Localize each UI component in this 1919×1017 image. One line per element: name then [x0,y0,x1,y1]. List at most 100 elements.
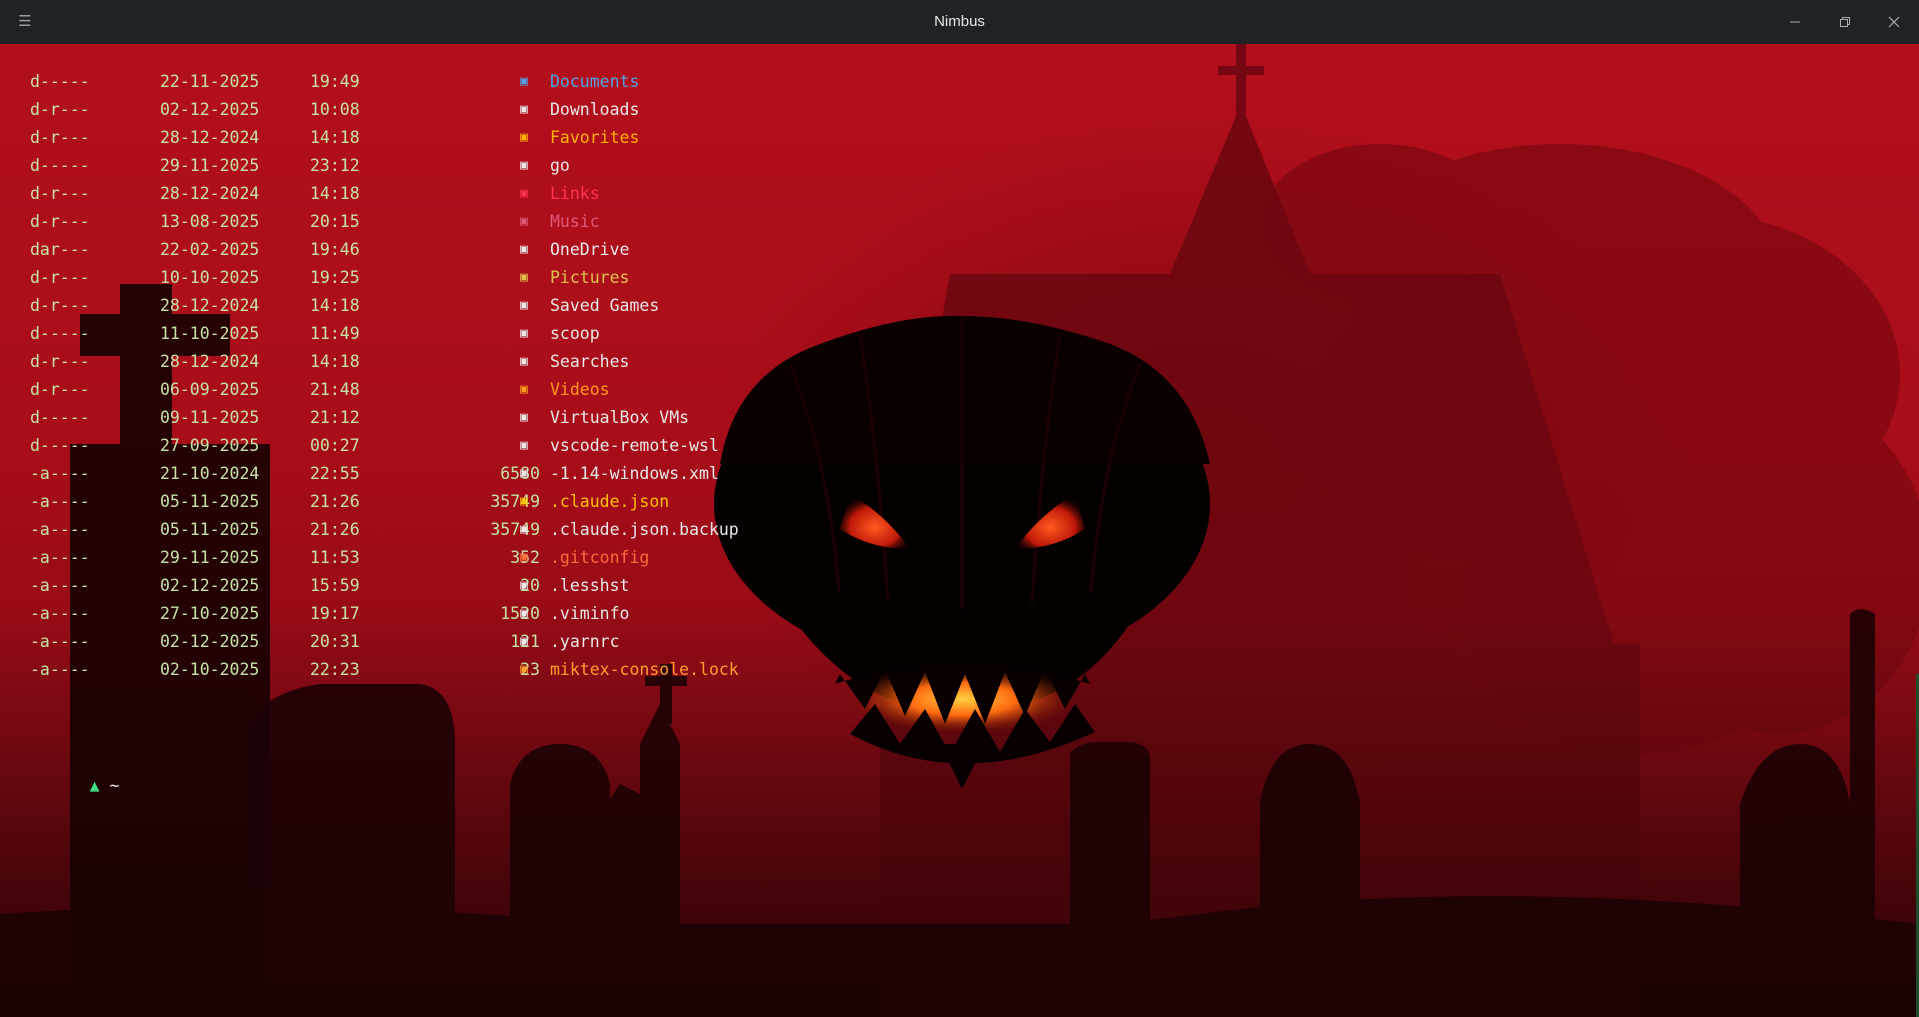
entry-name: .claude.json.backup [550,520,739,539]
entry-date: 29-11-2025 [160,548,260,567]
entry-time: 19:17 [310,604,360,623]
folder-icon: ▣ [520,102,528,117]
entry-mode: d----- [30,408,90,427]
file-icon: ▣ [520,606,528,621]
restore-button[interactable] [1821,0,1869,44]
file-icon: ▣ [520,522,528,537]
file-icon: ▣ [520,578,528,593]
prompt-directory: ~ [109,776,120,795]
restore-icon [1840,17,1850,27]
entry-date: 13-08-2025 [160,212,260,231]
entry-time: 22:55 [310,464,360,483]
entry-mode: d----- [30,324,90,343]
folder-icon: ▣ [520,74,528,89]
prompt-arrow-icon: ▲ [89,776,100,795]
entry-mode: d-r--- [30,296,90,315]
entry-date: 06-09-2025 [160,380,260,399]
entry-time: 23:12 [310,156,360,175]
folder-icon: ▣ [520,410,528,425]
terminal-window: ☰ Nimbus d----- 22-11-2025 19:49 ▣ Docum… [0,0,1919,1017]
entry-name: vscode-remote-wsl [550,436,719,455]
entry-mode: -a---- [30,576,90,595]
entry-date: 27-09-2025 [160,436,260,455]
entry-name: .gitconfig [550,548,650,567]
entry-date: 28-12-2024 [160,296,260,315]
folder-icon: ▣ [520,326,528,341]
entry-mode: d-r--- [30,184,90,203]
entry-time: 14:18 [310,128,360,147]
entry-mode: d----- [30,156,90,175]
entry-mode: d-r--- [30,268,90,287]
window-title: Nimbus [934,13,985,30]
entry-date: 28-12-2024 [160,184,260,203]
entry-date: 21-10-2024 [160,464,260,483]
entry-time: 11:49 [310,324,360,343]
entry-mode: d-r--- [30,212,90,231]
shell-prompt[interactable]: ▲ ~ [30,744,120,828]
graveyard-pumpkin-wallpaper [0,44,1919,1017]
lock-file-icon: ▣ [520,662,528,677]
entry-date: 10-10-2025 [160,268,260,287]
entry-name: .lesshst [550,576,630,595]
folder-icon: ▣ [520,382,528,397]
entry-name: Searches [550,352,630,371]
folder-icon: ▣ [520,298,528,313]
entry-name: Pictures [550,268,630,287]
folder-icon: ▣ [520,158,528,173]
entry-date: 02-10-2025 [160,660,260,679]
entry-date: 22-11-2025 [160,72,260,91]
entry-mode: -a---- [30,548,90,567]
entry-time: 19:46 [310,240,360,259]
entry-time: 15:59 [310,576,360,595]
entry-date: 02-12-2025 [160,632,260,651]
entry-time: 19:25 [310,268,360,287]
folder-icon: ▣ [520,214,528,229]
minimize-button[interactable] [1771,0,1819,44]
entry-mode: -a---- [30,604,90,623]
entry-time: 14:18 [310,352,360,371]
entry-time: 19:49 [310,72,360,91]
terminal-pane[interactable]: d----- 22-11-2025 19:49 ▣ Documents d-r--- 02-… [0,44,1919,1017]
entry-time: 21:26 [310,520,360,539]
file-icon: ▣ [520,634,528,649]
entry-name: .claude.json [550,492,670,511]
entry-date: 27-10-2025 [160,604,260,623]
entry-name: Videos [550,380,610,399]
title-bar[interactable]: ☰ Nimbus [0,0,1919,44]
entry-time: 20:15 [310,212,360,231]
close-icon [1888,16,1900,28]
entry-date: 09-11-2025 [160,408,260,427]
entry-name: miktex-console.lock [550,660,739,679]
entry-name: OneDrive [550,240,630,259]
entry-name: go [550,156,570,175]
entry-date: 05-11-2025 [160,492,260,511]
entry-time: 20:31 [310,632,360,651]
entry-mode: d-r--- [30,380,90,399]
entry-date: 22-02-2025 [160,240,260,259]
git-file-icon: ▣ [520,550,528,565]
entry-name: -1.14-windows.xml [550,464,719,483]
entry-name: VirtualBox VMs [550,408,690,427]
entry-name: .yarnrc [550,632,620,651]
entry-time: 14:18 [310,184,360,203]
entry-mode: -a---- [30,464,90,483]
folder-icon: ▣ [520,270,528,285]
folder-icon: ▣ [520,354,528,369]
entry-time: 21:26 [310,492,360,511]
entry-date: 29-11-2025 [160,156,260,175]
entry-mode: dar--- [30,240,90,259]
folder-icon: ▣ [520,130,528,145]
entry-mode: d----- [30,72,90,91]
entry-time: 10:08 [310,100,360,119]
entry-time: 00:27 [310,436,360,455]
entry-name: Downloads [550,100,640,119]
entry-mode: d-r--- [30,352,90,371]
close-button[interactable] [1870,0,1918,44]
entry-time: 22:23 [310,660,360,679]
entry-name: scoop [550,324,600,343]
entry-time: 14:18 [310,296,360,315]
entry-name: Documents [550,72,640,91]
hamburger-menu-icon[interactable]: ☰ [14,10,36,32]
entry-name: .viminfo [550,604,630,623]
entry-mode: -a---- [30,520,90,539]
